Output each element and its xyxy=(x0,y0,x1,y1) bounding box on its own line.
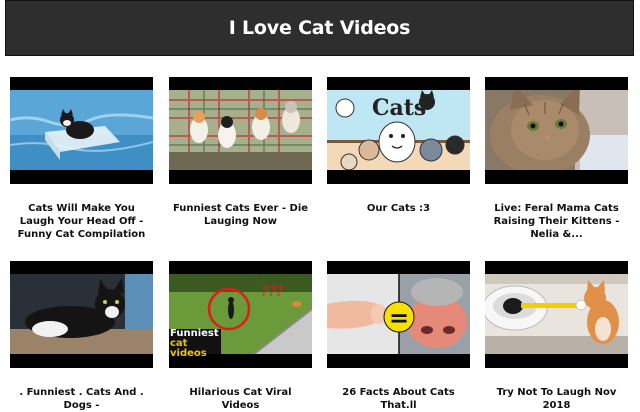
video-thumbnail[interactable] xyxy=(169,77,312,184)
video-thumbnail[interactable]: Cats xyxy=(327,77,470,184)
video-title[interactable]: 26 Facts About Cats That.ll xyxy=(327,386,470,412)
video-title[interactable]: Cats Will Make You Laugh Your Head Off -… xyxy=(10,202,153,241)
video-title[interactable]: Try Not To Laugh Nov 2018 xyxy=(485,386,628,412)
video-title[interactable]: Hilarious Cat Viral Videos xyxy=(169,386,312,412)
video-card[interactable]: = 26 Facts About Cats That.ll xyxy=(327,261,470,412)
video-thumbnail[interactable] xyxy=(10,77,153,184)
cat-toilet-thumbnail xyxy=(485,274,628,354)
video-thumbnail[interactable] xyxy=(10,261,153,368)
video-title[interactable]: . Funniest . Cats And . Dogs - xyxy=(10,386,153,412)
kittens-on-couch-thumbnail xyxy=(169,90,312,170)
tuxedo-cat-thumbnail xyxy=(10,274,153,354)
video-title[interactable]: Funniest Cats Ever - Die Lauging Now xyxy=(169,202,312,228)
video-thumbnail[interactable]: ??? Funniest cat videos xyxy=(169,261,312,368)
video-title[interactable]: Live: Feral Mama Cats Raising Their Kitt… xyxy=(485,202,628,241)
finger-nose-thumbnail: = xyxy=(327,274,470,354)
kitten-closeup-thumbnail xyxy=(485,90,628,170)
video-card[interactable]: ??? Funniest cat videos Hilarious Cat Vi… xyxy=(169,261,312,412)
video-card[interactable]: Funniest Cats Ever - Die Lauging Now xyxy=(169,77,312,228)
cartoon-cats-thumbnail: Cats xyxy=(327,90,470,170)
video-thumbnail[interactable] xyxy=(485,261,628,368)
video-thumbnail[interactable]: = xyxy=(327,261,470,368)
svg-text:=: = xyxy=(389,304,409,332)
video-card[interactable]: . Funniest . Cats And . Dogs - xyxy=(10,261,153,412)
video-card[interactable]: Cats Will Make You Laugh Your Head Off -… xyxy=(10,77,153,241)
video-card[interactable]: Try Not To Laugh Nov 2018 xyxy=(485,261,628,412)
video-grid: Cats Will Make You Laugh Your Head Off -… xyxy=(0,0,640,411)
cat-in-water-thumbnail xyxy=(10,90,153,170)
video-card[interactable]: Live: Feral Mama Cats Raising Their Kitt… xyxy=(485,77,628,241)
video-thumbnail[interactable] xyxy=(485,77,628,184)
thumbnail-overlay-text: Funniest cat videos xyxy=(170,328,219,359)
svg-text:Cats: Cats xyxy=(372,95,426,121)
video-card[interactable]: Cats Our Cats :3 xyxy=(327,77,470,215)
svg-text:???: ??? xyxy=(261,284,284,300)
video-title[interactable]: Our Cats :3 xyxy=(327,202,470,215)
